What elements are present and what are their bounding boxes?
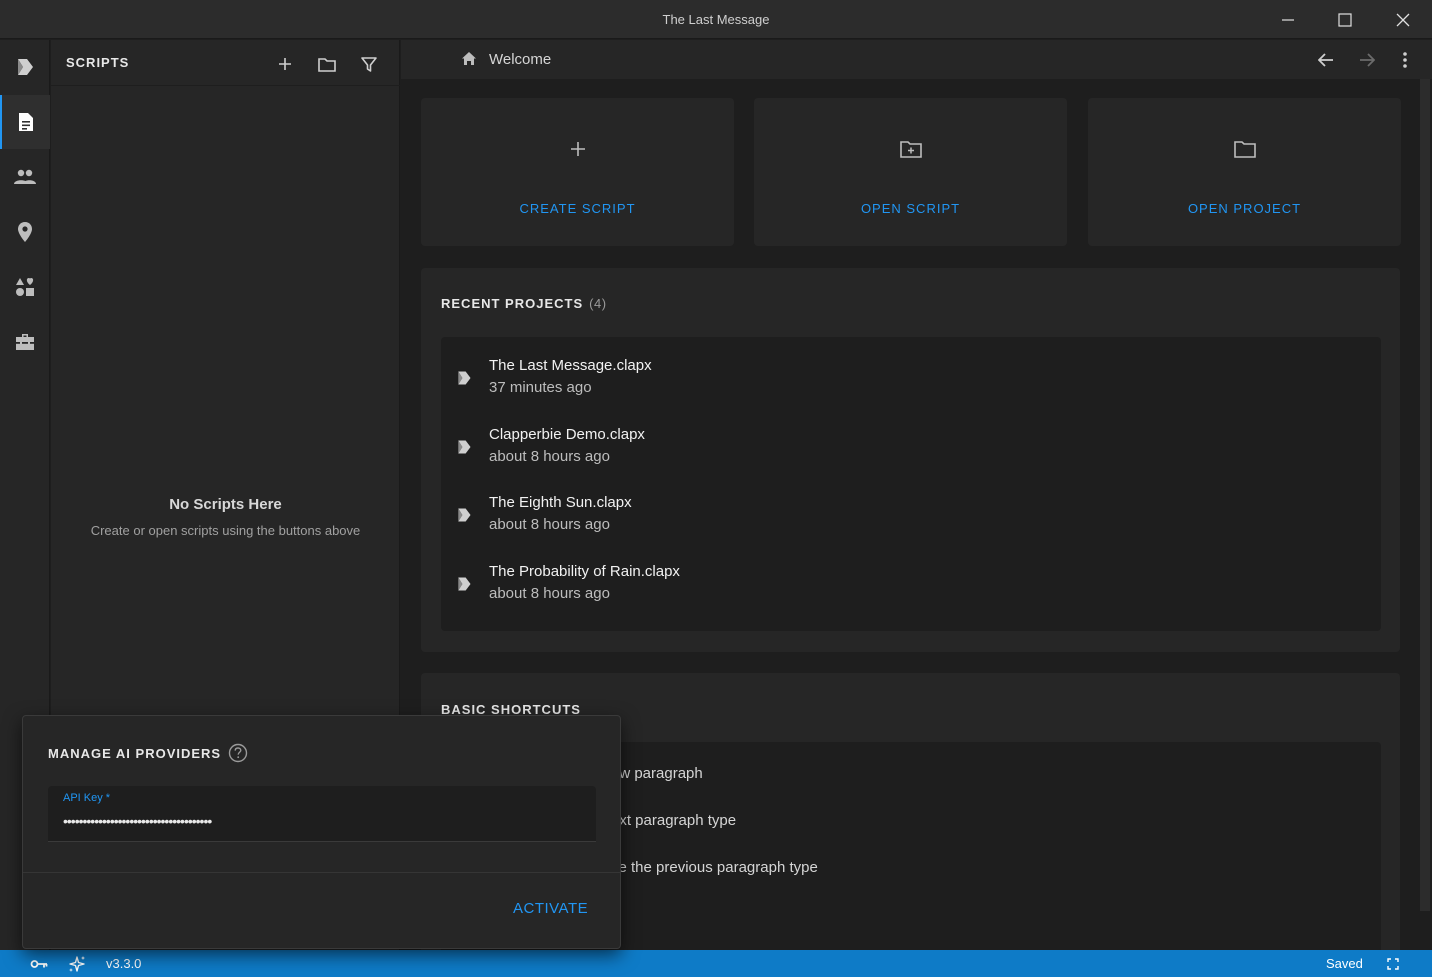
close-icon	[1396, 13, 1410, 26]
activity-tools[interactable]	[0, 315, 50, 369]
maximize-icon	[1338, 12, 1352, 27]
project-file-icon	[458, 440, 471, 454]
api-key-field[interactable]: API Key * ••••••••••••••••••••••••••••••…	[48, 786, 596, 842]
shapes-icon	[16, 278, 34, 296]
sparkles-icon	[69, 956, 85, 972]
app-window: The Last Message SCRIPTS No Scripts Here…	[0, 0, 1432, 977]
back-button[interactable]	[1314, 48, 1338, 72]
people-icon	[14, 169, 36, 184]
help-circle-icon	[228, 743, 248, 763]
help-button[interactable]	[228, 743, 248, 768]
recent-projects-heading: RECENT PROJECTS (4)	[441, 296, 607, 311]
activity-scripts[interactable]	[0, 95, 50, 149]
location-pin-icon	[18, 222, 32, 242]
create-script-label: CREATE SCRIPT	[519, 201, 636, 216]
recent-projects-title: RECENT PROJECTS	[441, 296, 584, 311]
forward-button[interactable]	[1355, 48, 1379, 72]
sidebar-title: SCRIPTS	[66, 55, 130, 70]
app-logo-icon	[18, 59, 33, 75]
maximize-button[interactable]	[1316, 0, 1374, 39]
folder-icon	[318, 57, 336, 72]
key-icon	[30, 960, 48, 968]
recent-projects-count: (4)	[589, 296, 607, 311]
home-button[interactable]	[461, 51, 477, 71]
project-time: about 8 hours ago	[489, 585, 610, 602]
sidebar-header: SCRIPTS	[51, 40, 400, 86]
list-item[interactable]: The Probability of Rain.clapx about 8 ho…	[441, 553, 1381, 621]
project-name: Clapperbie Demo.clapx	[489, 426, 645, 443]
activity-characters[interactable]	[0, 150, 50, 204]
activity-locations[interactable]	[0, 205, 50, 259]
project-time: about 8 hours ago	[489, 516, 610, 533]
project-name: The Probability of Rain.clapx	[489, 563, 680, 580]
project-time: 37 minutes ago	[489, 379, 592, 396]
list-item[interactable]: The Eighth Sun.clapx about 8 hours ago	[441, 484, 1381, 552]
manage-ai-providers-dialog: MANAGE AI PROVIDERS API Key * ••••••••••…	[22, 715, 621, 949]
save-status: Saved	[1326, 956, 1363, 971]
toolbox-icon	[16, 334, 34, 350]
fullscreen-icon	[1387, 958, 1399, 970]
ai-button[interactable]	[67, 954, 87, 974]
add-script-button[interactable]	[273, 52, 297, 76]
fullscreen-button[interactable]	[1383, 954, 1403, 974]
close-button[interactable]	[1374, 0, 1432, 39]
arrow-right-icon	[1360, 53, 1375, 67]
status-bar: v3.3.0 Saved	[0, 950, 1432, 977]
recent-projects-card: RECENT PROJECTS (4) The Last Message.clap…	[421, 268, 1400, 652]
activate-button[interactable]: ACTIVATE	[513, 900, 588, 917]
window-title: The Last Message	[662, 12, 770, 27]
folder-plus-icon	[899, 141, 922, 158]
recent-projects-list: The Last Message.clapx 37 minutes ago Cl…	[441, 337, 1381, 631]
title-bar: The Last Message	[0, 0, 1432, 39]
open-project-card[interactable]: OPEN PROJECT	[1088, 98, 1401, 246]
open-project-label: OPEN PROJECT	[1187, 201, 1302, 216]
list-item[interactable]: The Last Message.clapx 37 minutes ago	[441, 347, 1381, 415]
version-label: v3.3.0	[106, 956, 142, 971]
filter-button[interactable]	[357, 52, 381, 76]
shortcut-description: ext paragraph type	[611, 812, 737, 829]
document-icon	[19, 113, 33, 131]
minimize-icon	[1282, 18, 1294, 21]
open-folder-button[interactable]	[315, 52, 339, 76]
empty-state-title: No Scripts Here	[169, 496, 282, 513]
activity-elements[interactable]	[0, 260, 50, 314]
api-key-label: API Key *	[63, 792, 111, 804]
dialog-title: MANAGE AI PROVIDERS	[48, 746, 222, 761]
shortcut-description: ew paragraph	[611, 765, 703, 782]
app-logo[interactable]	[0, 40, 50, 94]
project-time: about 8 hours ago	[489, 448, 610, 465]
breadcrumb[interactable]: Welcome	[489, 51, 551, 68]
dialog-divider	[23, 872, 620, 873]
project-name: The Last Message.clapx	[489, 357, 652, 374]
api-key-input[interactable]: ••••••••••••••••••••••••••••••••••••••	[63, 813, 212, 829]
folder-icon	[1233, 141, 1256, 158]
arrow-left-icon	[1318, 53, 1333, 67]
vertical-scrollbar[interactable]	[1420, 79, 1430, 911]
shortcut-description: se the previous paragraph type	[611, 859, 818, 876]
filter-icon	[361, 57, 377, 72]
project-name: The Eighth Sun.clapx	[489, 494, 632, 511]
open-script-card[interactable]: OPEN SCRIPT	[754, 98, 1067, 246]
more-vertical-icon	[1403, 52, 1407, 68]
minimize-button[interactable]	[1259, 0, 1317, 39]
project-file-icon	[458, 577, 471, 591]
api-key-button[interactable]	[29, 954, 49, 974]
project-file-icon	[458, 508, 471, 522]
home-icon	[462, 52, 476, 65]
plus-icon	[570, 142, 585, 156]
empty-state-subtitle: Create or open scripts using the buttons…	[90, 523, 361, 538]
project-file-icon	[458, 371, 471, 385]
open-script-label: OPEN SCRIPT	[860, 201, 961, 216]
more-options-button[interactable]	[1393, 48, 1417, 72]
add-icon	[279, 58, 291, 70]
create-script-card[interactable]: CREATE SCRIPT	[421, 98, 734, 246]
list-item[interactable]: Clapperbie Demo.clapx about 8 hours ago	[441, 416, 1381, 484]
tab-bar: Welcome	[401, 40, 1432, 79]
